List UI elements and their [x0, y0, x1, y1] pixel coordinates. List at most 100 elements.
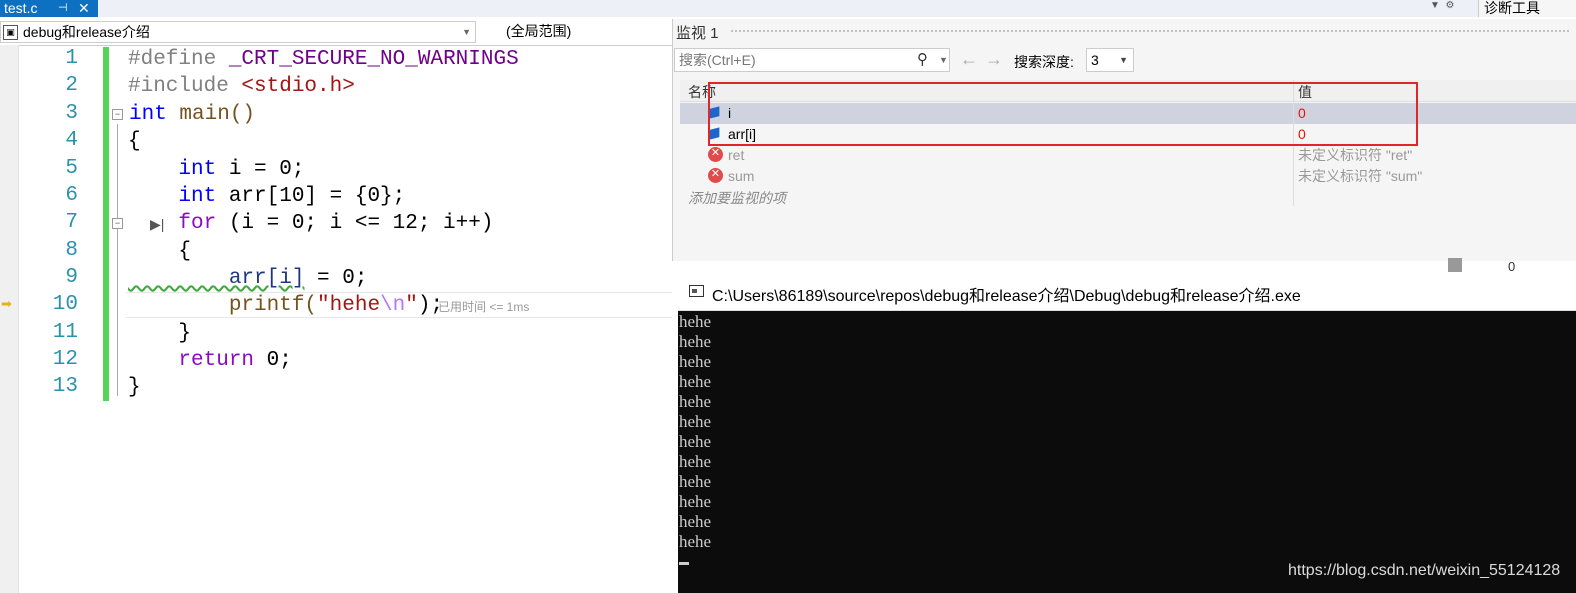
watch-row-value: 未定义标识符 "ret" — [1298, 147, 1413, 163]
code-token: #include — [128, 75, 242, 98]
code-line[interactable]: int main() — [129, 103, 255, 127]
line-number: 6 — [65, 184, 78, 207]
code-token: return — [128, 349, 255, 372]
drag-grip[interactable] — [730, 29, 1570, 33]
code-token: arr[i] — [128, 267, 305, 290]
line-number: 3 — [65, 102, 78, 125]
search-icon[interactable]: ⚲ — [917, 49, 928, 71]
line-number: 5 — [65, 157, 78, 180]
code-token: (i = 0; i <= 12; i++) — [216, 212, 494, 235]
line-number: 7 — [65, 211, 78, 234]
code-token: #define — [128, 48, 229, 71]
tab-test-c[interactable]: test.c ⊣ ✕ — [0, 0, 98, 17]
code-token: main() — [166, 103, 256, 126]
tab-list-dropdown-icon[interactable]: ▼ ⚙ — [1430, 0, 1454, 11]
perf-tip: 已用时间 <= 1ms — [438, 300, 530, 314]
chevron-down-icon: ▼ — [462, 27, 471, 37]
document-tab-strip — [0, 0, 1576, 17]
error-icon: ✕ — [708, 168, 723, 183]
line-number: 4 — [65, 129, 78, 152]
arrow-left-icon[interactable]: ← — [960, 49, 978, 70]
code-line[interactable]: #define _CRT_SECURE_NO_WARNINGS — [128, 48, 519, 72]
line-number: 13 — [52, 375, 78, 398]
tab-diagnostic-tools[interactable]: 诊断工具 — [1478, 0, 1576, 17]
tab-title: test.c — [4, 0, 38, 16]
watch-row-name: sum — [728, 168, 755, 184]
code-token: " — [405, 294, 418, 317]
code-token: <stdio.h> — [241, 75, 355, 98]
code-line[interactable]: return 0; — [128, 349, 292, 373]
watermark: https://blog.csdn.net/weixin_55124128 — [1288, 562, 1561, 579]
code-token: int — [128, 185, 217, 208]
line-number: 2 — [65, 74, 78, 97]
code-line[interactable]: { — [128, 240, 191, 264]
console-line: hehe — [679, 432, 712, 451]
code-token: _CRT_SECURE_NO_WARNINGS — [228, 48, 519, 71]
watch-row-value: 未定义标识符 "sum" — [1298, 168, 1423, 184]
collapse-icon[interactable]: − — [112, 218, 123, 229]
error-icon: ✕ — [708, 147, 723, 162]
line-number: 10 — [52, 293, 78, 316]
code-line[interactable]: for (i = 0; i <= 12; i++) — [128, 212, 493, 236]
project-icon: ▣ — [3, 25, 18, 40]
code-token: int — [128, 158, 217, 181]
console-line: hehe — [679, 352, 712, 371]
code-line[interactable]: { — [128, 130, 141, 154]
console-cursor — [679, 562, 689, 565]
code-line[interactable]: arr[i] = 0; — [128, 267, 368, 291]
search-depth-value: 3 — [1091, 52, 1099, 68]
pin-icon[interactable]: ⊣ — [58, 0, 68, 16]
code-token: printf( — [128, 294, 318, 317]
project-dropdown[interactable]: ▣ debug和release介绍 ▼ — [0, 21, 476, 43]
close-icon[interactable]: ✕ — [78, 0, 90, 16]
scrollbar-thumb[interactable] — [1448, 258, 1462, 272]
annotation-highlight-box — [708, 82, 1418, 146]
scope-dropdown[interactable]: (全局范围) — [480, 21, 672, 43]
console-line: hehe — [679, 372, 712, 391]
change-tracking-bar — [103, 47, 109, 401]
console-title: C:\Users\86189\source\repos\debug和releas… — [712, 288, 1301, 305]
chevron-down-icon[interactable]: ▼ — [939, 49, 948, 71]
code-token: for — [128, 212, 217, 235]
watch-row-name: ret — [728, 147, 745, 163]
line-number: 8 — [65, 239, 78, 262]
code-token: = 0; — [304, 267, 368, 290]
search-depth-label: 搜索深度: — [1014, 54, 1074, 70]
diagnostic-tools-label: 诊断工具 — [1484, 0, 1540, 16]
watch-row[interactable]: ✕ ret 未定义标识符 "ret" — [680, 145, 1576, 166]
search-depth-select[interactable]: 3 ▼ — [1086, 48, 1134, 72]
watch-title[interactable]: 监视 1 — [676, 22, 719, 43]
code-token: arr[10] = {0}; — [216, 185, 406, 208]
search-placeholder: 搜索(Ctrl+E) — [679, 52, 756, 68]
current-statement-arrow-icon: ➡ — [1, 296, 12, 311]
code-token: "hehe — [317, 294, 381, 317]
console-window[interactable] — [678, 272, 1576, 593]
watch-row[interactable]: ✕ sum 未定义标识符 "sum" — [680, 166, 1576, 187]
console-line: hehe — [679, 512, 712, 531]
console-line: hehe — [679, 332, 712, 351]
code-token: i = 0; — [216, 158, 305, 181]
code-line[interactable]: } — [128, 376, 141, 400]
code-token: 0; — [254, 349, 292, 372]
line-number: 9 — [65, 266, 78, 289]
add-watch-item[interactable]: 添加要监视的项 — [688, 188, 786, 208]
code-line[interactable]: int i = 0; — [128, 158, 304, 182]
line-number: 11 — [52, 321, 78, 344]
line-number: 1 — [65, 47, 78, 70]
console-line: hehe — [679, 412, 712, 431]
console-line: hehe — [679, 492, 712, 511]
console-line: hehe — [679, 392, 712, 411]
code-line[interactable]: } — [128, 322, 191, 346]
collapse-icon[interactable]: − — [112, 109, 123, 120]
console-line: hehe — [679, 472, 712, 491]
indicator-margin[interactable] — [0, 45, 19, 593]
watch-search-input[interactable]: 搜索(Ctrl+E) ⚲ ▼ — [674, 48, 950, 72]
console-line: hehe — [679, 452, 712, 471]
code-token: \n — [380, 294, 406, 317]
line-number: 12 — [52, 348, 78, 371]
arrow-right-icon[interactable]: → — [985, 49, 1003, 70]
code-line[interactable]: printf("hehe\n"); — [128, 294, 443, 318]
code-line[interactable]: int arr[10] = {0}; — [128, 185, 405, 209]
code-line[interactable]: #include <stdio.h> — [128, 75, 355, 99]
outline-line — [117, 124, 118, 396]
